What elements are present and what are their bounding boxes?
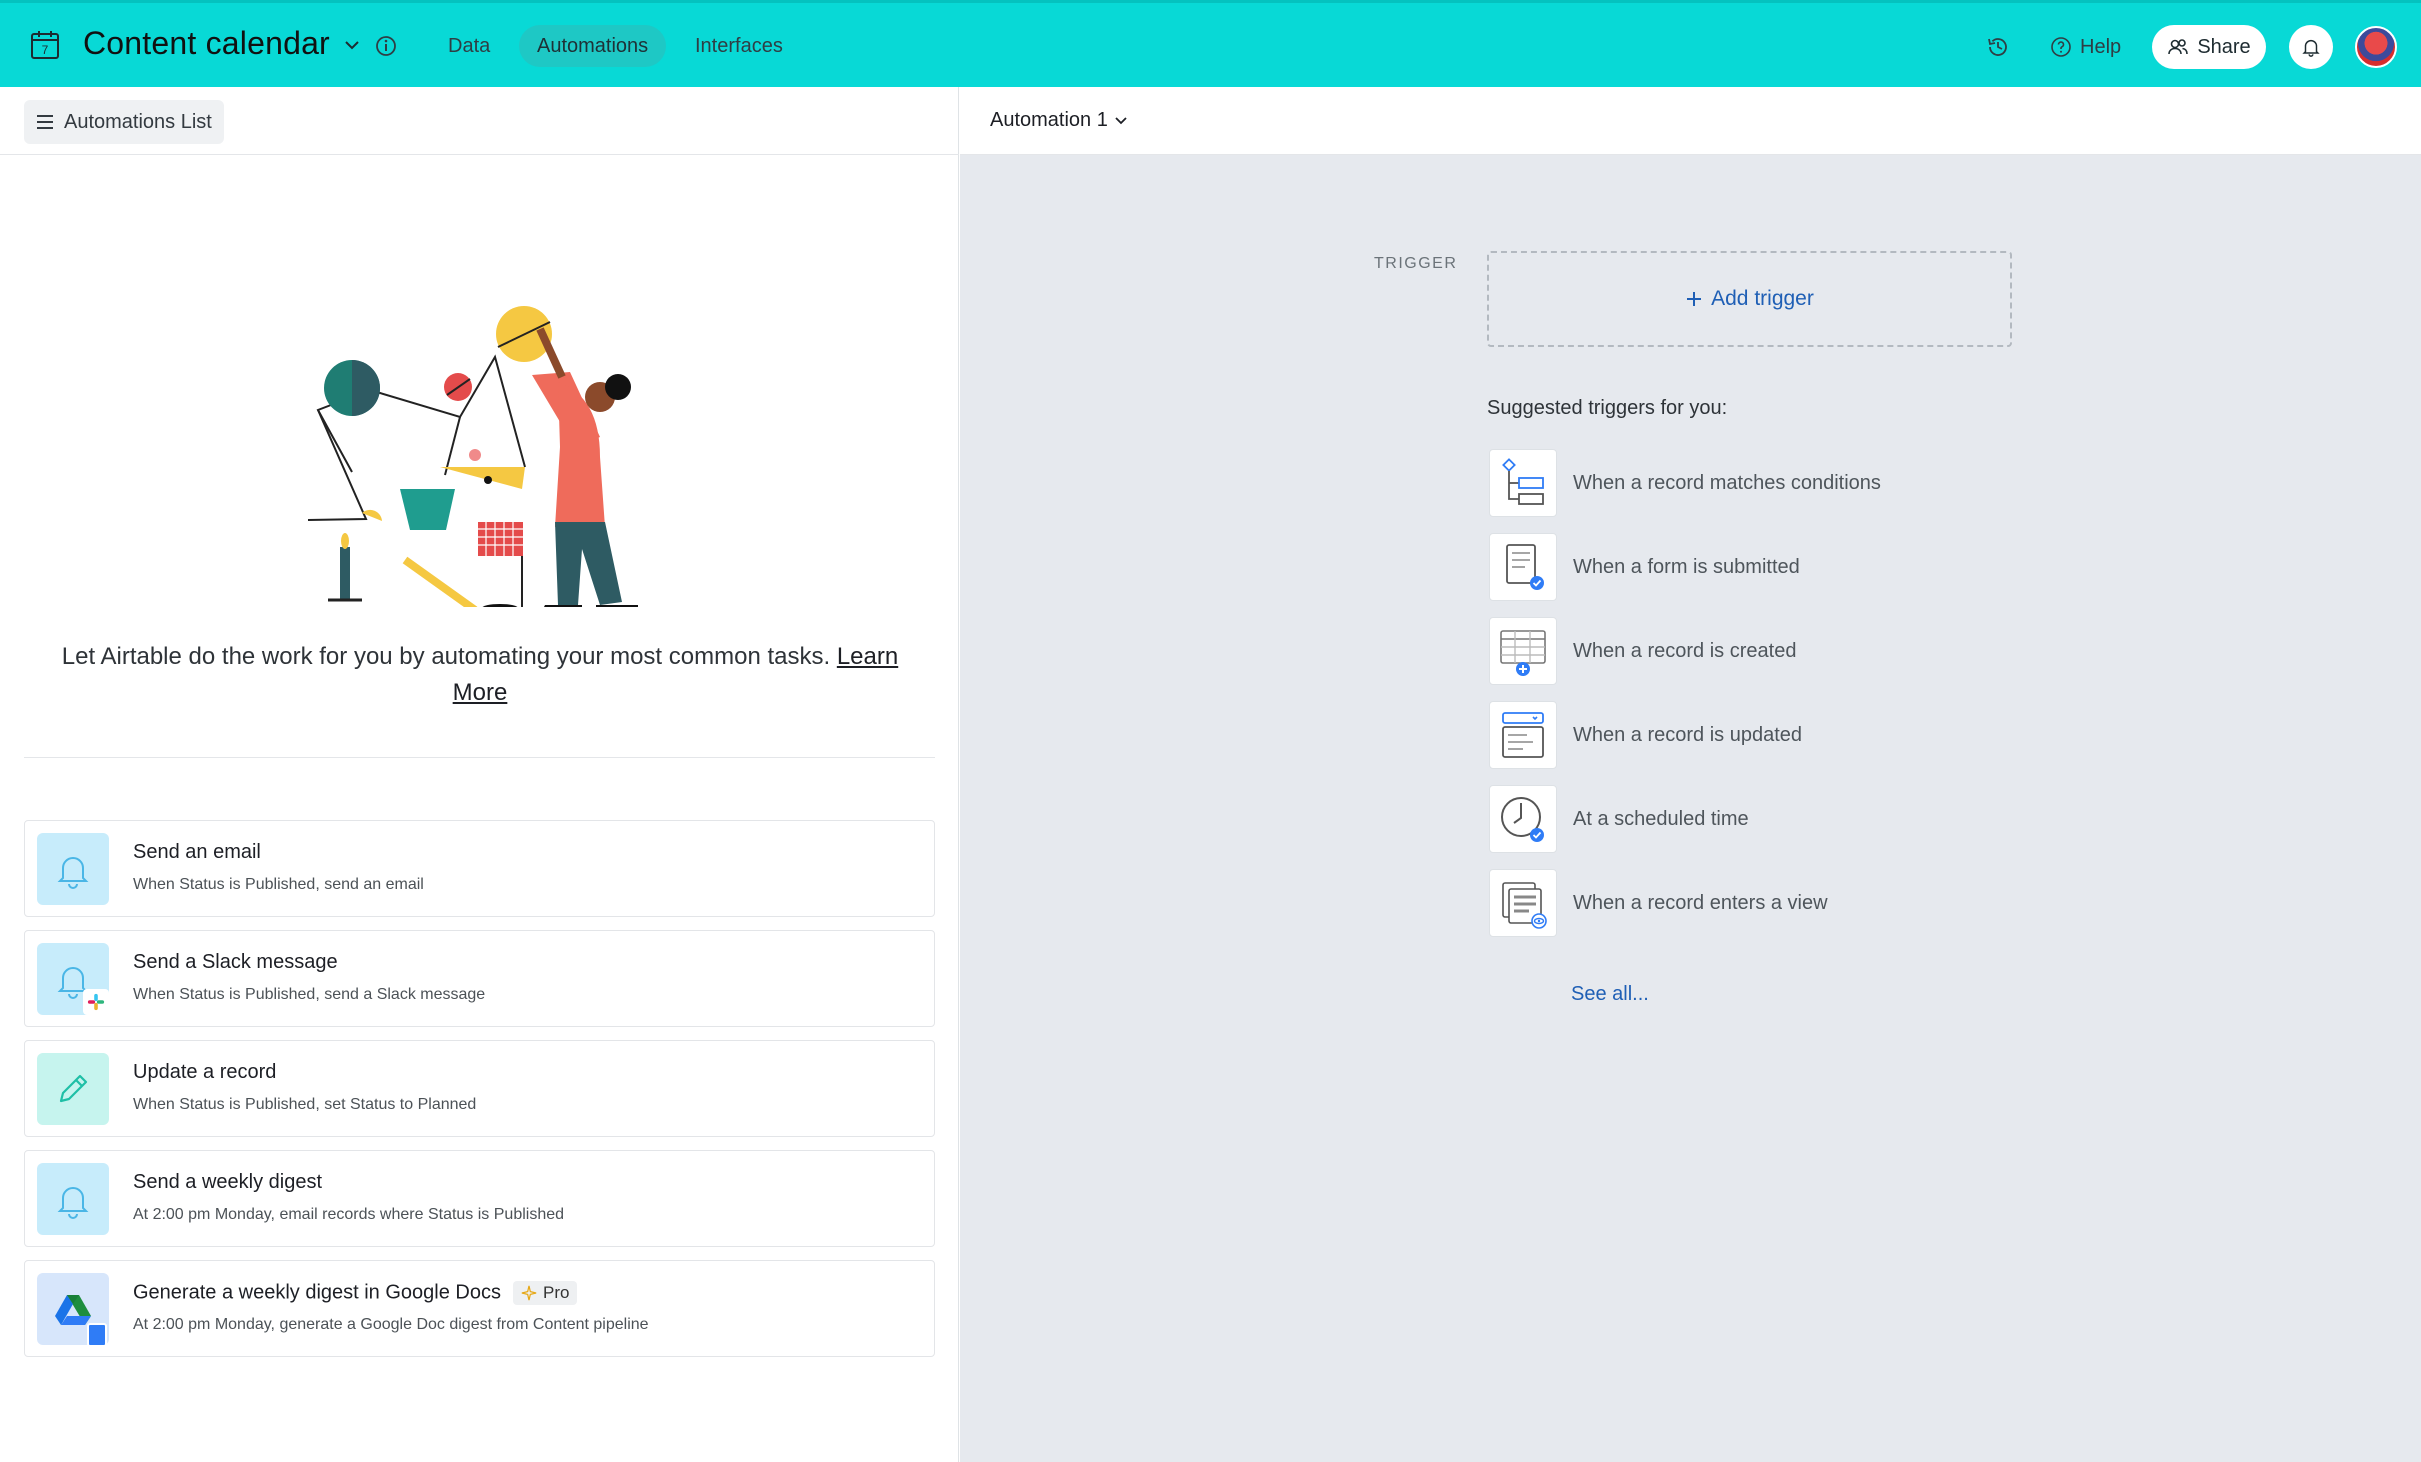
trigger-record-matches-conditions[interactable]: When a record matches conditions [1489, 448, 1881, 518]
automation-name: Automation 1 [990, 109, 1108, 131]
history-icon[interactable] [1985, 34, 2011, 60]
help-icon [2051, 37, 2071, 57]
suggestion-tile [37, 1163, 109, 1235]
trigger-icon-tile [1489, 785, 1557, 853]
trigger-record-updated[interactable]: When a record is updated [1489, 700, 1802, 770]
automations-left-pane: Automations List Let Airtable do the wor… [0, 87, 959, 1462]
automations-list-button[interactable]: Automations List [24, 100, 224, 144]
suggestion-title: Send a Slack message [133, 951, 338, 973]
form-icon [1506, 544, 1544, 590]
clock-icon [1501, 797, 1544, 842]
chevron-down-icon [1115, 116, 1127, 124]
trigger-icon-tile [1489, 533, 1557, 601]
trigger-icon-tile [1489, 617, 1557, 685]
suggested-triggers-heading: Suggested triggers for you: [1487, 397, 1728, 419]
suggestion-title: Send a weekly digest [133, 1171, 323, 1193]
automations-intro: Let Airtable do the work for you by auto… [40, 639, 920, 711]
record-created-icon [1500, 630, 1546, 676]
view-icon [1502, 882, 1547, 929]
bell-icon [57, 857, 89, 889]
trigger-label: When a record is created [1573, 639, 1797, 662]
pencil-icon [59, 1074, 88, 1103]
suggestion-title-text: Generate a weekly digest in Google Docs [133, 1281, 501, 1304]
suggestion-title: Generate a weekly digest in Google Docs P… [133, 1281, 578, 1305]
conditions-icon [1502, 458, 1544, 505]
trigger-record-enters-view[interactable]: When a record enters a view [1489, 868, 1828, 938]
calendar-icon[interactable]: 7 [30, 30, 60, 60]
trigger-record-created[interactable]: When a record is created [1489, 616, 1796, 686]
people-icon [2168, 39, 2189, 55]
avatar[interactable] [2355, 26, 2397, 68]
notifications-button[interactable] [2289, 25, 2333, 69]
automations-list-label: Automations List [64, 110, 212, 133]
automation-editor-pane: Automation 1 TRIGGER Add trigger Suggest… [960, 87, 2421, 1462]
share-label: Share [2197, 35, 2251, 58]
suggestion-description: When Status is Published, send a Slack m… [133, 986, 486, 1003]
suggestion-tile [37, 1053, 109, 1125]
suggestion-description: At 2:00 pm Monday, generate a Google Doc… [133, 1316, 649, 1333]
trigger-label: At a scheduled time [1573, 807, 1749, 830]
intro-text: Let Airtable do the work for you by auto… [61, 643, 831, 670]
see-all-link[interactable]: See all... [1571, 983, 1649, 1006]
suggestion-tile [37, 833, 109, 905]
trigger-label: When a record matches conditions [1573, 471, 1881, 494]
suggestion-card-send-slack[interactable]: Send a Slack message When Status is Publ… [24, 930, 935, 1027]
suggestion-card-update-record[interactable]: Update a record When Status is Published… [24, 1040, 935, 1137]
trigger-icon-tile [1489, 869, 1557, 937]
automation-illustration [307, 306, 638, 607]
left-pane-header: Automations List [0, 87, 959, 155]
suggestion-description: At 2:00 pm Monday, email records where S… [133, 1206, 565, 1223]
sparkle-icon [521, 1285, 537, 1301]
trigger-icon-tile [1489, 701, 1557, 769]
automation-name-dropdown[interactable]: Automation 1 [990, 109, 1128, 132]
tab-interfaces[interactable]: Interfaces [677, 25, 801, 67]
trigger-label: When a form is submitted [1573, 555, 1800, 578]
slack-icon [83, 989, 109, 1015]
pro-badge: Pro [512, 1281, 578, 1305]
help-label: Help [2080, 35, 2122, 58]
suggestion-title: Send an email [133, 841, 261, 863]
chevron-down-icon[interactable] [342, 37, 362, 53]
suggestion-description: When Status is Published, send an email [133, 876, 424, 893]
trigger-form-submitted[interactable]: When a form is submitted [1489, 532, 1800, 602]
tab-automations[interactable]: Automations [519, 25, 667, 67]
bell-icon [2302, 39, 2320, 57]
trigger-label: When a record enters a view [1573, 891, 1828, 914]
suggestion-title: Update a record [133, 1061, 277, 1083]
divider [24, 757, 935, 758]
trigger-section-label: TRIGGER [1374, 255, 1458, 272]
suggestion-description: When Status is Published, set Status to … [133, 1096, 477, 1113]
info-icon[interactable] [374, 34, 398, 58]
add-trigger-label: Add trigger [1711, 287, 1814, 310]
top-navigation-bar: 7 Content calendar Data Automations Inte… [0, 3, 2421, 87]
add-trigger-button[interactable]: Add trigger [1487, 251, 2012, 347]
trigger-label: When a record is updated [1573, 723, 1803, 746]
google-docs-icon [87, 1323, 107, 1347]
svg-text:7: 7 [42, 43, 49, 57]
tab-data[interactable]: Data [430, 25, 508, 67]
hamburger-icon [37, 115, 53, 129]
suggestion-card-weekly-digest[interactable]: Send a weekly digest At 2:00 pm Monday, … [24, 1150, 935, 1247]
pro-badge-label: Pro [542, 1283, 570, 1302]
trigger-icon-tile [1489, 449, 1557, 517]
suggestion-card-send-email[interactable]: Send an email When Status is Published, … [24, 820, 935, 917]
suggestion-card-google-docs-digest[interactable]: Generate a weekly digest in Google Docs P… [24, 1260, 935, 1357]
trigger-scheduled-time[interactable]: At a scheduled time [1489, 784, 1749, 854]
share-button[interactable]: Share [2152, 25, 2266, 69]
help-button[interactable]: Help [2050, 32, 2121, 62]
base-title[interactable]: Content calendar [83, 25, 330, 62]
record-updated-icon [1502, 712, 1544, 758]
plus-icon [1687, 292, 1702, 306]
bell-icon [57, 1187, 89, 1219]
automation-header: Automation 1 [960, 87, 2421, 155]
